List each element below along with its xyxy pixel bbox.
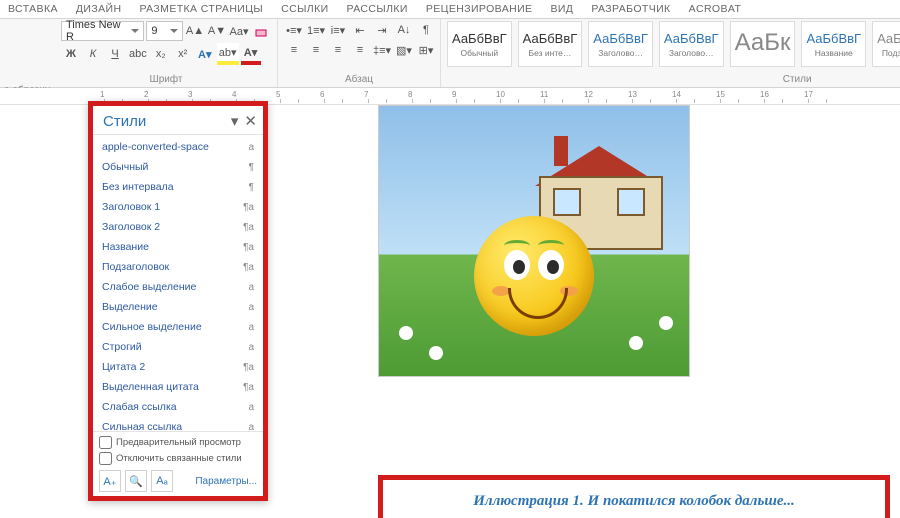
font-size-select[interactable]: 9 — [146, 21, 183, 41]
underline-button[interactable]: Ч — [105, 45, 125, 63]
inc-indent-button[interactable]: ⇥ — [372, 21, 392, 39]
style-item-14[interactable]: Сильная ссылкаa — [97, 417, 259, 431]
ribbon: о образцу Times New R 9 A▲ A▼ Aa▾ Ж К Ч … — [0, 19, 900, 88]
strike-button[interactable]: abc — [127, 45, 149, 63]
document-area: Иллюстрация 1. И покатился колобок дальш… — [0, 105, 900, 518]
disable-linked-checkbox[interactable]: Отключить связанные стили — [99, 452, 257, 465]
preview-checkbox[interactable]: Предварительный просмотр — [99, 436, 257, 449]
ribbon-group-font: Times New R 9 A▲ A▼ Aa▾ Ж К Ч abc x₂ x² … — [55, 19, 278, 87]
subscript-button[interactable]: x₂ — [151, 45, 171, 63]
styles-pane-list[interactable]: apple-converted-spaceaОбычный¶Без интерв… — [93, 134, 263, 431]
quick-style-gallery[interactable]: АаБбВвГОбычныйАаБбВвГБез инте…АаБбВвГЗаг… — [447, 21, 900, 67]
document-image[interactable] — [378, 105, 690, 377]
ribbon-tabs: ВСТАВКА ДИЗАЙН РАЗМЕТКА СТРАНИЦЫ ССЫЛКИ … — [0, 0, 900, 19]
shading-button[interactable]: ▧▾ — [394, 41, 414, 59]
style-item-6[interactable]: Подзаголовок¶a — [97, 257, 259, 277]
style-item-1[interactable]: Обычный¶ — [97, 157, 259, 177]
align-right-button[interactable]: ≡ — [328, 41, 348, 59]
show-marks-button[interactable]: ¶ — [416, 21, 436, 39]
style-inspector-button[interactable]: 🔍 — [125, 470, 147, 492]
new-style-button[interactable]: A₊ — [99, 470, 121, 492]
quick-style-1[interactable]: АаБбВвГБез инте… — [518, 21, 583, 67]
dec-indent-button[interactable]: ⇤ — [350, 21, 370, 39]
styles-pane-dropdown-icon[interactable]: ▾ — [231, 112, 239, 130]
highlight-button[interactable]: ab▾ — [217, 43, 239, 65]
style-item-7[interactable]: Слабое выделениеa — [97, 277, 259, 297]
styles-pane-footer: Предварительный просмотр Отключить связа… — [93, 431, 263, 496]
quick-style-0[interactable]: АаБбВвГОбычный — [447, 21, 512, 67]
quick-style-5[interactable]: АаБбВвГНазвание — [801, 21, 866, 67]
tab-mailings[interactable]: РАССЫЛКИ — [347, 3, 408, 15]
tab-acrobat[interactable]: ACROBAT — [689, 3, 742, 15]
tab-layout[interactable]: РАЗМЕТКА СТРАНИЦЫ — [139, 3, 263, 15]
quick-style-6[interactable]: АаБбВвГПодзагол… — [872, 21, 900, 67]
kolobok-character — [474, 216, 594, 336]
style-item-2[interactable]: Без интервала¶ — [97, 177, 259, 197]
style-item-8[interactable]: Выделениеa — [97, 297, 259, 317]
style-item-13[interactable]: Слабая ссылкаa — [97, 397, 259, 417]
clear-format-button[interactable] — [251, 22, 271, 40]
justify-button[interactable]: ≡ — [350, 41, 370, 59]
style-item-11[interactable]: Цитата 2¶a — [97, 357, 259, 377]
tab-design[interactable]: ДИЗАЙН — [76, 3, 122, 15]
quick-style-3[interactable]: АаБбВвГЗаголово… — [659, 21, 724, 67]
style-item-12[interactable]: Выделенная цитата¶a — [97, 377, 259, 397]
font-group-label: Шрифт — [61, 74, 271, 87]
paragraph-group-label: Абзац — [284, 74, 434, 87]
tab-insert[interactable]: ВСТАВКА — [8, 3, 58, 15]
ribbon-group-paragraph: •≡▾ 1≡▾ i≡▾ ⇤ ⇥ A↓ ¶ ≡ ≡ ≡ ≡ ‡≡▾ ▧▾ ⊞▾ А… — [278, 19, 441, 87]
tab-references[interactable]: ССЫЛКИ — [281, 3, 328, 15]
styles-pane-title: Стили — [103, 113, 146, 130]
sort-button[interactable]: A↓ — [394, 21, 414, 39]
font-name-select[interactable]: Times New R — [61, 21, 144, 41]
grow-font-button[interactable]: A▲ — [185, 22, 205, 40]
style-item-9[interactable]: Сильное выделениеa — [97, 317, 259, 337]
style-item-5[interactable]: Название¶a — [97, 237, 259, 257]
styles-pane-close-icon[interactable]: ✕ — [244, 112, 257, 130]
style-item-10[interactable]: Строгийa — [97, 337, 259, 357]
styles-group-label: Стили — [447, 74, 900, 87]
change-case-button[interactable]: Aa▾ — [229, 22, 249, 40]
quick-style-4[interactable]: АаБк — [730, 21, 796, 67]
quick-style-2[interactable]: АаБбВвГЗаголово… — [588, 21, 653, 67]
italic-button[interactable]: К — [83, 45, 103, 63]
superscript-button[interactable]: x² — [173, 45, 193, 63]
align-left-button[interactable]: ≡ — [284, 41, 304, 59]
numbering-button[interactable]: 1≡▾ — [306, 21, 326, 39]
style-item-3[interactable]: Заголовок 1¶a — [97, 197, 259, 217]
style-item-4[interactable]: Заголовок 2¶a — [97, 217, 259, 237]
bullets-button[interactable]: •≡▾ — [284, 21, 304, 39]
align-center-button[interactable]: ≡ — [306, 41, 326, 59]
borders-button[interactable]: ⊞▾ — [416, 41, 436, 59]
styles-pane: Стили ▾ ✕ apple-converted-spaceaОбычный¶… — [88, 101, 268, 501]
clipboard-group-fragment: о образцу — [0, 34, 74, 96]
line-spacing-button[interactable]: ‡≡▾ — [372, 41, 392, 59]
text-effects-button[interactable]: A▾ — [195, 45, 215, 63]
tab-view[interactable]: ВИД — [550, 3, 573, 15]
caption-highlight: Иллюстрация 1. И покатился колобок дальш… — [378, 475, 890, 518]
styles-options-link[interactable]: Параметры... — [195, 476, 257, 487]
style-item-0[interactable]: apple-converted-spacea — [97, 137, 259, 157]
shrink-font-button[interactable]: A▼ — [207, 22, 227, 40]
caption-text[interactable]: Иллюстрация 1. И покатился колобок дальш… — [473, 493, 795, 510]
multilevel-button[interactable]: i≡▾ — [328, 21, 348, 39]
ribbon-group-styles: АаБбВвГОбычныйАаБбВвГБез инте…АаБбВвГЗаг… — [441, 19, 900, 87]
tab-developer[interactable]: РАЗРАБОТЧИК — [591, 3, 670, 15]
tab-review[interactable]: РЕЦЕНЗИРОВАНИЕ — [426, 3, 533, 15]
font-color-button[interactable]: A▾ — [241, 43, 261, 65]
manage-styles-button[interactable]: Aₐ — [151, 470, 173, 492]
